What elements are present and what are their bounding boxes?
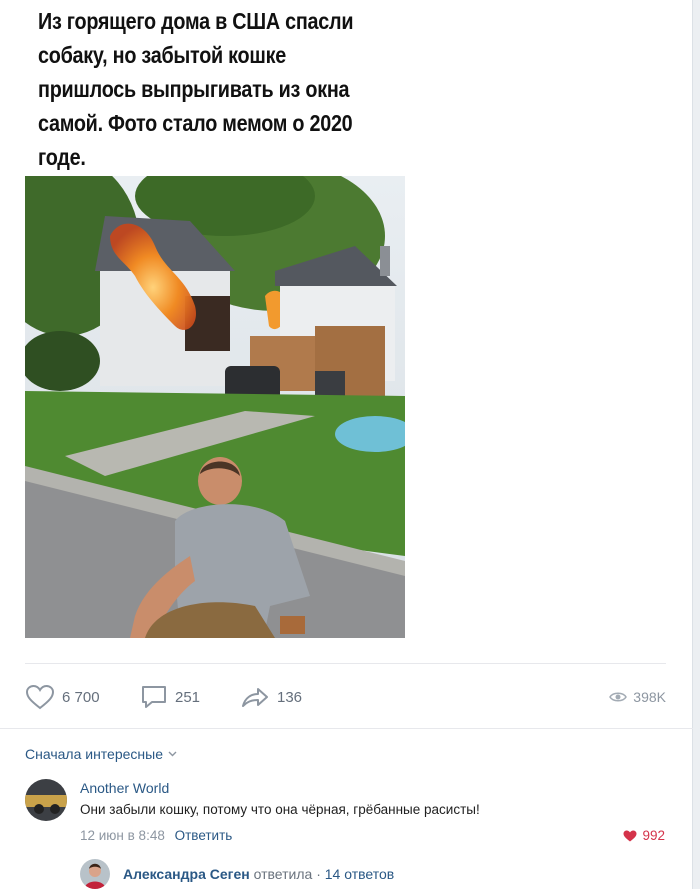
- comment-like-count: 992: [642, 828, 665, 843]
- reply-separator: ·: [316, 866, 321, 882]
- reply-author[interactable]: Александра Сеген: [123, 866, 250, 882]
- comment-sort-dropdown[interactable]: Сначала интересные: [25, 746, 177, 762]
- avatar-image: [25, 779, 67, 821]
- share-icon: [242, 688, 268, 707]
- post-text-line: самой. Фото стало мемом о 2020: [38, 110, 353, 136]
- divider: [0, 728, 693, 729]
- comment-meta: 12 июн в 8:48 Ответить: [80, 828, 232, 843]
- post-text-line: годе.: [38, 144, 86, 170]
- reply-count[interactable]: 14 ответов: [325, 866, 394, 882]
- comment-icon: [142, 686, 166, 708]
- views: 398K: [609, 681, 666, 713]
- reply-thread[interactable]: Александра Сеген ответила · 14 ответов: [123, 866, 394, 882]
- scrollbar[interactable]: [693, 0, 700, 889]
- comment-button[interactable]: 251: [140, 681, 200, 713]
- reply-verb: ответила: [253, 866, 313, 882]
- share-button[interactable]: 136: [240, 681, 302, 713]
- comment-text: Они забыли кошку, потому что она чёрная,…: [80, 802, 480, 817]
- comment-date[interactable]: 12 июн в 8:48: [80, 828, 165, 843]
- comment-author[interactable]: Another World: [80, 780, 169, 796]
- post-photo[interactable]: [25, 176, 405, 638]
- like-count: 6 700: [62, 688, 100, 706]
- heart-icon: [25, 684, 55, 710]
- view-count: 398K: [633, 689, 666, 705]
- divider: [25, 663, 666, 664]
- post-text-line: Из горящего дома в США спасли: [38, 8, 354, 34]
- like-button[interactable]: 6 700: [25, 681, 100, 713]
- post-text: Из горящего дома в США спасли собаку, но…: [38, 4, 365, 174]
- post-card: Из горящего дома в США спасли собаку, но…: [0, 0, 693, 889]
- reply-avatar[interactable]: [80, 859, 110, 889]
- avatar[interactable]: [25, 779, 67, 821]
- sort-label: Сначала интересные: [25, 746, 163, 762]
- chevron-down-icon: [168, 751, 177, 757]
- house-fire-photo: [25, 176, 405, 638]
- heart-filled-icon: [623, 830, 637, 841]
- reply-button[interactable]: Ответить: [175, 828, 233, 843]
- reply-avatar-image: [80, 859, 110, 889]
- eye-icon: [609, 692, 628, 702]
- share-count: 136: [277, 688, 303, 706]
- post-text-line: собаку, но забытой кошке: [38, 42, 287, 68]
- comment-count: 251: [175, 688, 201, 706]
- post-text-line: пришлось выпрыгивать из окна: [38, 76, 350, 102]
- comment-like-button[interactable]: 992: [623, 828, 665, 843]
- post-actions: 6 700 251 136 398K: [25, 681, 666, 713]
